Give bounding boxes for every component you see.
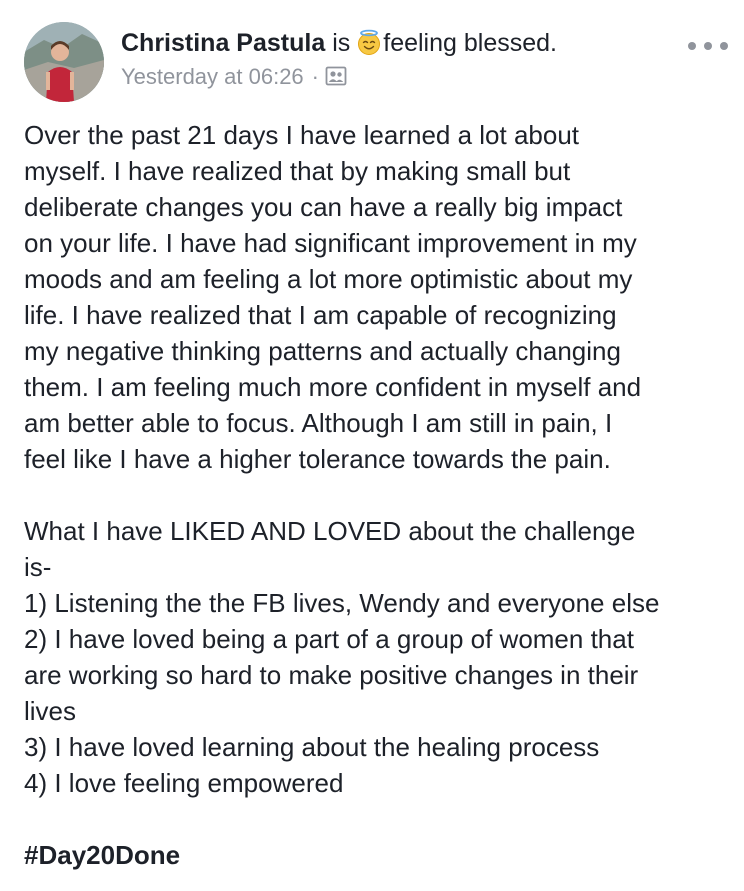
angel-emoji-icon — [358, 29, 381, 55]
body-line: myself. I have realized that by making s… — [24, 156, 571, 186]
body-line: Over the past 21 days I have learned a l… — [24, 120, 580, 150]
facebook-post: Christina Pastula is feeling blessed. Ye… — [0, 0, 744, 891]
body-line: am better able to focus. Although I am s… — [24, 408, 613, 438]
body-line: my negative thinking patterns and actual… — [24, 336, 621, 366]
body-line: feel like I have a higher tolerance towa… — [24, 444, 611, 474]
post-meta: Yesterday at 06:26 · — [121, 62, 674, 92]
body-line: is- — [24, 552, 52, 582]
post-header: Christina Pastula is feeling blessed. Ye… — [121, 26, 674, 92]
body-line: moods and am feeling a lot more optimist… — [24, 264, 633, 294]
more-options-button[interactable] — [688, 34, 728, 58]
more-options-icon — [688, 42, 696, 50]
body-line: 1) Listening the the FB lives, Wendy and… — [24, 588, 660, 618]
header-line: Christina Pastula is feeling blessed. — [121, 26, 674, 60]
body-line: 3) I have loved learning about the heali… — [24, 732, 600, 762]
group-audience-icon[interactable] — [325, 65, 347, 87]
body-line: deliberate changes you can have a really… — [24, 192, 623, 222]
post-body: Over the past 21 days I have learned a l… — [24, 117, 736, 873]
body-line: 2) I have loved being a part of a group … — [24, 624, 634, 654]
body-line: them. I am feeling much more confident i… — [24, 372, 642, 402]
body-line: life. I have realized that I am capable … — [24, 300, 617, 330]
more-options-icon — [720, 42, 728, 50]
body-line: 4) I love feeling empowered — [24, 768, 344, 798]
is-word: is — [332, 29, 351, 57]
hashtag-link[interactable]: #Day20Done — [24, 837, 736, 873]
meta-separator: · — [311, 64, 319, 89]
more-options-icon — [704, 42, 712, 50]
avatar[interactable] — [24, 22, 104, 102]
body-line: on your life. I have had significant imp… — [24, 228, 637, 258]
body-line: lives — [24, 696, 77, 726]
post-timestamp[interactable]: Yesterday at 06:26 — [121, 64, 304, 89]
body-line: What I have LIKED AND LOVED about the ch… — [24, 516, 636, 546]
author-name[interactable]: Christina Pastula — [121, 29, 325, 57]
feeling-text: feeling blessed. — [383, 29, 557, 57]
body-line: are working so hard to make positive cha… — [24, 660, 639, 690]
avatar-photo — [24, 22, 104, 102]
